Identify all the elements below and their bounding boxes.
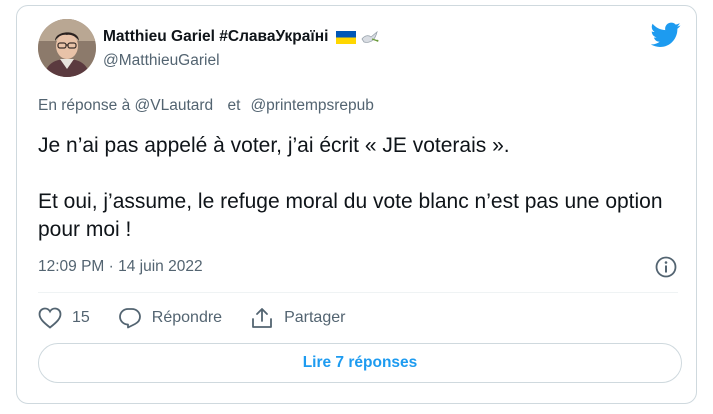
share-button[interactable]: Partager: [250, 307, 345, 329]
tweet-card[interactable]: Matthieu Gariel #СлаваУкраїні @MatthieuG…: [16, 5, 697, 404]
ukraine-flag-icon: [336, 30, 357, 44]
reply-label: Répondre: [151, 309, 223, 326]
dove-icon: [361, 30, 379, 43]
reply-conjunction: et: [227, 97, 241, 114]
avatar-image: [38, 19, 96, 77]
divider: [38, 292, 678, 293]
reply-prefix: En réponse à: [38, 97, 131, 114]
mention-link-vlautard[interactable]: @VLautard: [135, 97, 214, 114]
reply-bubble-icon: [118, 308, 141, 329]
tweet-timestamp[interactable]: 12:09 PM · 14 juin 2022: [38, 258, 203, 276]
author-handle[interactable]: @MatthieuGariel: [103, 52, 220, 70]
tweet-paragraph-2: Et oui, j’assume, le refuge moral du vot…: [38, 190, 663, 241]
info-icon[interactable]: [654, 255, 678, 279]
twitter-bird-icon[interactable]: [651, 22, 681, 48]
mention-link-printempsrepub[interactable]: @printempsrepub: [250, 97, 373, 114]
share-upload-icon: [252, 308, 272, 328]
like-button[interactable]: 15: [38, 307, 90, 329]
reply-button[interactable]: Répondre: [118, 307, 222, 329]
tweet-text: Je n’ai pas appelé à voter, j’ai écrit «…: [38, 132, 678, 244]
like-count: 15: [72, 309, 90, 326]
reply-context: En réponse à @VLautard et @printempsrepub: [38, 97, 374, 115]
read-replies-button[interactable]: Lire 7 réponses: [38, 343, 682, 383]
tweet-paragraph-1: Je n’ai pas appelé à voter, j’ai écrit «…: [38, 134, 510, 157]
author-display-name[interactable]: Matthieu Gariel #СлаваУкраїні: [103, 28, 328, 46]
author-name-row[interactable]: Matthieu Gariel #СлаваУкраїні: [103, 26, 380, 48]
avatar[interactable]: [38, 19, 96, 77]
share-label: Partager: [284, 309, 346, 326]
action-bar: 15 Répondre Partager: [38, 306, 345, 330]
heart-icon: [38, 307, 62, 329]
